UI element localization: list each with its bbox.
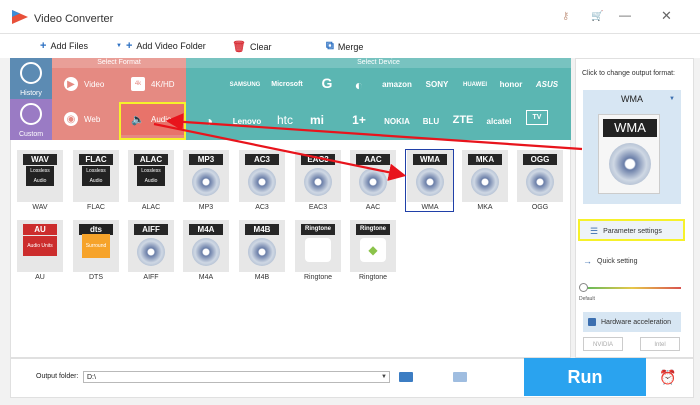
cart-icon[interactable]: 🛒 [591, 11, 603, 22]
window-title: Video Converter [34, 13, 114, 25]
dropdown-triangle-icon[interactable]: ▼ [669, 96, 675, 102]
disc-icon [304, 168, 332, 196]
format-tile-m4b[interactable]: M4B [239, 220, 285, 272]
format-web-button[interactable]: ◉ Web [52, 103, 119, 135]
select-device-header: Select Device [186, 58, 571, 68]
app-logo-icon [12, 10, 28, 24]
brand-tv[interactable]: TV [526, 110, 548, 125]
custom-tab[interactable]: Custom [10, 99, 52, 140]
format-tile-aiff[interactable]: AIFF [128, 220, 174, 272]
brand-samsung[interactable]: SAMSUNG [222, 78, 268, 92]
clear-button[interactable]: 🗑 Clear [232, 40, 271, 53]
open-folder-icon[interactable] [453, 372, 467, 382]
plus-icon: + [40, 40, 47, 52]
select-device-panel: Select Device SAMSUNG Microsoft G ◐ amaz… [186, 58, 571, 140]
format-4khd-button[interactable]: 4k 4K/HD [119, 68, 186, 100]
output-format-icon[interactable]: WMA [598, 114, 660, 194]
add-video-folder-button[interactable]: ▼ + Add Video Folder [116, 40, 206, 52]
toolbar: + Add Files ▼ + Add Video Folder 🗑 Clear… [0, 34, 700, 58]
format-tile-ogg[interactable]: OGG [517, 150, 563, 202]
dropdown-arrow-icon[interactable]: ▼ [116, 43, 122, 49]
chrome-icon: ◉ [64, 112, 78, 126]
arrow-right-icon: → [583, 256, 592, 266]
4k-icon: 4k [131, 77, 145, 91]
output-folder-input[interactable] [83, 371, 390, 383]
parameter-settings-row[interactable]: ☰ Parameter settings [590, 226, 662, 237]
format-tile-flac[interactable]: FLAC Lossless Audio [73, 150, 119, 202]
disc-icon [137, 238, 165, 266]
checkbox-icon[interactable] [588, 318, 596, 326]
format-tile-mka[interactable]: MKA [462, 150, 508, 202]
disc-icon [609, 143, 651, 185]
disc-icon [471, 168, 499, 196]
nvidia-option[interactable]: NVIDIA [583, 337, 623, 351]
format-tile-ringtone-android[interactable]: Ringtone ◆ [350, 220, 396, 272]
minimize-button[interactable]: — [619, 8, 631, 22]
plus-icon: + [125, 40, 133, 52]
format-tile-mp3[interactable]: MP3 [183, 150, 229, 202]
brand-alcatel[interactable]: alcatel [476, 115, 522, 129]
output-folder-label: Output folder: [36, 373, 79, 380]
format-tile-wav[interactable]: WAV Lossless Audio [17, 150, 63, 202]
merge-icon: ⧉ [326, 40, 334, 52]
brand-mi[interactable]: mi [294, 113, 340, 127]
android-icon: ◆ [360, 238, 386, 262]
custom-icon [20, 103, 42, 125]
selected-format-outline [405, 149, 454, 212]
quality-slider-track[interactable] [583, 287, 681, 289]
audio-highlight-box [119, 102, 186, 140]
disc-icon [192, 168, 220, 196]
folder-icon[interactable] [399, 372, 413, 382]
format-tile-m4a[interactable]: M4A [183, 220, 229, 272]
run-button[interactable]: Run [524, 358, 646, 396]
slider-default-label: Default [579, 296, 595, 302]
format-tile-dts[interactable]: dts Surround [73, 220, 119, 272]
disc-icon [359, 168, 387, 196]
play-icon: ▶ [64, 77, 78, 91]
format-tile-alac[interactable]: ALAC Lossless Audio [128, 150, 174, 202]
trash-icon: 🗑 [232, 41, 246, 53]
output-format-hint: Click to change output format: [582, 70, 675, 77]
key-icon[interactable]: ⚷ [562, 11, 569, 22]
format-tile-ac3[interactable]: AC3 [239, 150, 285, 202]
intel-option[interactable]: Intel [640, 337, 680, 351]
hardware-acceleration-label-row[interactable]: Hardware acceleration [588, 318, 671, 326]
clock-icon [20, 62, 42, 84]
output-folder-dropdown-icon[interactable]: ▼ [378, 371, 390, 383]
disc-icon [192, 238, 220, 266]
disc-icon [526, 168, 554, 196]
alarm-clock-icon[interactable]: ⏰ [659, 369, 676, 386]
format-tile-ringtone-iphone[interactable]: Ringtone [295, 220, 341, 272]
select-format-header: Select Format [52, 58, 186, 68]
brand-asus[interactable]: ASUS [524, 78, 570, 92]
format-video-button[interactable]: ▶ Video [52, 68, 119, 100]
apple-icon [305, 238, 331, 262]
sliders-icon: ☰ [590, 226, 599, 236]
disc-icon [248, 238, 276, 266]
format-tile-au[interactable]: AU Audio Units [17, 220, 63, 272]
add-files-button[interactable]: + Add Files [40, 40, 88, 52]
title-bar: Video Converter ⚷ 🛒 — ✕ [0, 0, 700, 34]
history-tab[interactable]: History [10, 58, 52, 99]
selected-output-format: WMA [621, 94, 643, 104]
quality-slider-knob[interactable] [579, 283, 588, 292]
format-tile-aac[interactable]: AAC [350, 150, 396, 202]
category-sidebar: History Custom [10, 58, 52, 140]
format-tile-eac3[interactable]: EAC3 [295, 150, 341, 202]
merge-button[interactable]: ⧉ Merge [326, 40, 363, 53]
disc-icon [248, 168, 276, 196]
quick-setting-row: → Quick setting [583, 256, 638, 266]
close-button[interactable]: ✕ [661, 8, 672, 24]
